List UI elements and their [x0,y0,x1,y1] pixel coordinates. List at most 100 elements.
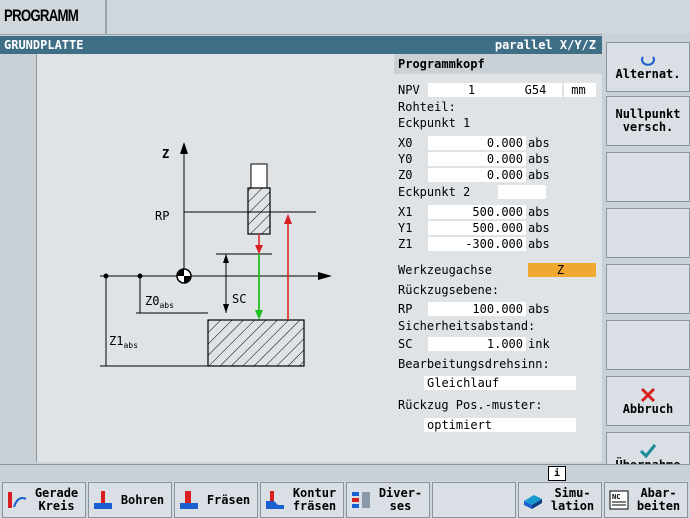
top-bar: PROGRAMM [0,0,690,35]
x1-unit: abs [528,205,550,219]
x1-field[interactable]: 500.000 [428,205,526,219]
fraesen-button[interactable]: Fräsen [174,482,258,518]
sc-unit: ink [528,337,550,351]
kontur-label: Kontur [292,486,337,500]
cycle-icon [641,55,655,66]
alternat-button[interactable]: Alternat. [606,42,690,92]
simulation-button[interactable]: Simu-lation [518,482,602,518]
section-header: Programmkopf [394,54,602,74]
rp-label: RP [155,209,169,223]
sc-label: SC [232,292,246,306]
nc-execute-icon: NC [609,490,629,510]
line-circle-icon [8,492,27,508]
sc-field[interactable]: 1.000 [428,337,526,351]
z1-unit: abs [528,237,550,251]
abbruch-label: Abbruch [622,401,674,416]
eckpunkt2-label: Eckpunkt 2 [398,185,471,199]
gerade-kreis-button[interactable]: Gerade Kreis [2,482,86,518]
tool-body [247,187,271,235]
mill-icon [180,491,198,509]
z0-unit: abs [528,168,550,182]
kreis-label: Kreis [38,499,75,513]
z1-label: Z1 [398,237,413,251]
workpiece-shape [207,319,305,367]
sicherheitsabstand-label: Sicherheitsabstand: [398,319,536,333]
kontur-fraesen-label: fräsen [292,499,337,513]
y1-unit: abs [528,221,550,235]
y1-field[interactable]: 500.000 [428,221,526,235]
parameter-form: Programmkopf NPV 1 G54 mm Rohteil: Eckpu… [394,54,602,462]
bohren-button[interactable]: Bohren [88,482,172,518]
abarbeiten-label-1: Abar- [640,486,677,500]
dialog-title: GRUNDPLATTE [4,38,84,52]
rueckzug-select[interactable]: optimiert [424,418,576,432]
alternat-label: Alternat. [615,66,681,81]
softkey-empty-5[interactable] [606,264,690,314]
help-graphic: Z RP SC Z0abs Z1abs [100,142,332,367]
horizontal-softkeys: i Gerade Kreis Bohren Fräsen Kontur fräsen… [0,464,690,518]
npv-field[interactable]: 1 [428,83,518,97]
unit-select[interactable]: mm [564,83,596,97]
x0-unit: abs [528,136,550,150]
y0-label: Y0 [398,152,413,166]
y0-unit: abs [528,152,550,166]
simulation-label-2: lation [550,499,595,513]
cancel-x-icon [640,387,656,402]
drehsinn-select[interactable]: Gleichlauf [424,376,576,390]
simulation-label-1: Simu- [554,486,591,500]
x1-label: X1 [398,205,413,219]
gerade-label: Gerade [34,486,79,500]
info-icon[interactable]: i [548,466,566,481]
x0-field[interactable]: 0.000 [428,136,526,150]
app-title: PROGRAMM [4,6,79,25]
z-axis-arrowhead [180,142,188,154]
contour-mill-icon [266,491,284,509]
diverses-button[interactable]: Diver-ses [346,482,430,518]
z0-label: Z0 [398,168,413,182]
rp-unit: abs [528,302,550,316]
abbruch-button[interactable]: Abbruch [606,376,690,426]
tool-shank [250,163,268,189]
drill-icon [94,491,112,509]
x-axis-arrowhead [318,272,332,280]
diverses-label-1: Diver- [378,486,423,500]
help-graphic-panel: Z RP SC Z0abs Z1abs [0,54,395,462]
softkey-empty-h6[interactable] [432,482,516,518]
dialog-header: GRUNDPLATTE parallel X/Y/Z [0,36,602,54]
fraesen-label: Fräsen [206,492,251,507]
softkey-empty-4[interactable] [606,208,690,258]
title-separator [105,0,107,34]
info-bar: i [0,464,690,481]
npv-g-field[interactable]: G54 [512,83,562,97]
diverses-label-2: ses [389,499,412,513]
abarbeiten-button[interactable]: NC Abar-beiten [604,482,688,518]
nullpunkt-button[interactable]: Nullpunkt versch. [606,96,690,146]
miscellaneous-icon [352,492,370,508]
z1-field[interactable]: -300.000 [428,237,526,251]
svg-text:NC: NC [612,493,620,501]
z0-label: Z0abs [145,294,174,310]
werkzeugachse-select[interactable]: Z [528,263,596,277]
rueckzugsebene-label: Rückzugsebene: [398,283,500,297]
rp-label: RP [398,302,413,316]
kontur-fraesen-button[interactable]: Kontur fräsen [260,482,344,518]
y0-field[interactable]: 0.000 [428,152,526,166]
sc-label: SC [398,337,413,351]
rp-field[interactable]: 100.000 [428,302,526,316]
simulation-icon [524,495,542,509]
checkmark-icon [639,443,657,458]
vertical-softkeys: Alternat. Nullpunkt versch. Abbruch Über… [602,34,690,482]
x0-label: X0 [398,136,413,150]
rohteil-label: Rohteil: [398,100,456,114]
z-label: Z [162,147,169,161]
eckpunkt1-label: Eckpunkt 1 [398,116,471,130]
softkey-empty-3[interactable] [606,152,690,202]
eckpunkt2-field[interactable] [498,185,546,199]
werkzeugachse-label: Werkzeugachse [398,263,492,277]
z1-label: Z1abs [109,334,138,350]
softkey-empty-6[interactable] [606,320,690,370]
npv-label: NPV [398,83,420,97]
bohren-label: Bohren [120,492,165,507]
z0-field[interactable]: 0.000 [428,168,526,182]
abarbeiten-label-2: beiten [636,499,681,513]
